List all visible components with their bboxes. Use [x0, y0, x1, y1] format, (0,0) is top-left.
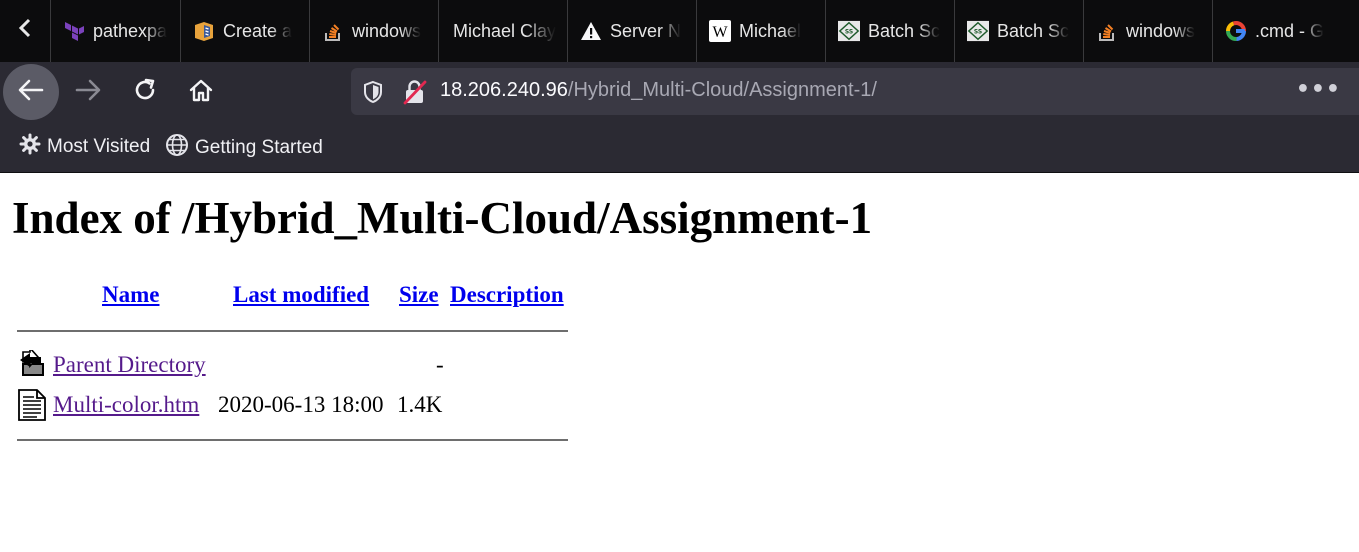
tab-label: Michael	[739, 20, 802, 41]
row-size: -	[436, 352, 444, 377]
shield-icon[interactable]	[363, 80, 383, 108]
insecure-lock-icon[interactable]	[403, 79, 427, 109]
divider	[17, 330, 568, 332]
stackoverflow-icon	[1096, 20, 1118, 42]
column-header-last-modified[interactable]: Last modified	[233, 282, 369, 308]
tab-label: windows	[352, 20, 422, 41]
tab-label: Batch Sc	[868, 20, 941, 41]
google-icon	[1225, 20, 1247, 42]
url-host: 18.206.240.96	[440, 79, 568, 101]
tab-michael-clay[interactable]: Michael Clay	[438, 0, 567, 62]
tab-windows-2[interactable]: windows	[1083, 0, 1212, 62]
tab-create[interactable]: Create a	[180, 0, 309, 62]
warning-icon	[580, 20, 602, 42]
row-last-modified: 2020-06-13 18:00	[218, 392, 384, 417]
reload-button[interactable]	[117, 64, 173, 120]
tab-label: Create a	[223, 20, 293, 41]
directory-listing: Name Last modified Size Description Pare…	[0, 174, 600, 474]
tab-label: Batch Sc	[997, 20, 1070, 41]
globe-icon	[165, 133, 195, 163]
tab-windows-1[interactable]: windows	[309, 0, 438, 62]
chevron-left-icon	[18, 17, 32, 45]
wikipedia-icon: W	[709, 20, 731, 42]
ss64-icon: SS	[967, 20, 989, 42]
terraform-icon	[63, 20, 85, 42]
url-bar[interactable]: 18.206.240.96/Hybrid_Multi-Cloud/Assignm…	[351, 68, 1359, 115]
back-folder-icon	[17, 345, 47, 382]
reload-icon	[133, 78, 157, 106]
svg-text:SS: SS	[845, 29, 853, 36]
tab-michael[interactable]: W Michael	[696, 0, 825, 62]
arrow-right-icon	[75, 79, 101, 105]
tab-cmd[interactable]: .cmd - G	[1212, 0, 1342, 62]
tab-pathexpa[interactable]: pathexpa	[50, 0, 180, 62]
bookmark-most-visited[interactable]: Most Visited	[19, 133, 150, 161]
tab-batch-2[interactable]: SS Batch Sc	[954, 0, 1083, 62]
tab-label: windows	[1126, 20, 1196, 41]
divider	[17, 439, 568, 441]
tab-label: Michael Clay	[453, 20, 557, 41]
tab-batch-1[interactable]: SS Batch Sc	[825, 0, 954, 62]
url-text[interactable]: 18.206.240.96/Hybrid_Multi-Cloud/Assignm…	[440, 79, 877, 102]
aws-box-icon	[193, 20, 215, 42]
arrow-left-icon	[18, 79, 44, 105]
text-file-icon	[17, 389, 47, 421]
bookmarks-toolbar: Most Visited Getting Started	[0, 121, 1359, 173]
page-content: Index of /Hybrid_Multi-Cloud/Assignment-…	[0, 174, 1359, 552]
column-header-description[interactable]: Description	[450, 282, 564, 308]
back-button[interactable]	[3, 64, 59, 120]
url-path: /Hybrid_Multi-Cloud/Assignment-1/	[567, 79, 877, 101]
tab-label: pathexpa	[93, 20, 168, 41]
parent-directory-link[interactable]: Parent Directory	[53, 352, 206, 378]
tab-label: .cmd - G	[1255, 20, 1325, 41]
svg-text:SS: SS	[974, 29, 982, 36]
gear-icon	[19, 133, 47, 161]
tab-label: Server N	[610, 20, 682, 41]
ss64-icon: SS	[838, 20, 860, 42]
tab-strip: pathexpa Create a windows Michael Clay S…	[0, 0, 1359, 62]
tab-server[interactable]: Server N	[567, 0, 696, 62]
column-header-name[interactable]: Name	[102, 282, 159, 308]
bookmark-getting-started[interactable]: Getting Started	[165, 133, 323, 163]
bookmark-label: Most Visited	[47, 136, 151, 157]
tab-scroll-left-button[interactable]	[0, 0, 50, 62]
column-header-size[interactable]: Size	[399, 282, 439, 308]
navigation-toolbar: 18.206.240.96/Hybrid_Multi-Cloud/Assignm…	[0, 62, 1359, 121]
stackoverflow-icon	[322, 20, 344, 42]
bookmark-label: Getting Started	[195, 137, 323, 158]
forward-button[interactable]	[60, 64, 116, 120]
svg-text:W: W	[712, 24, 728, 41]
home-icon	[188, 78, 214, 106]
page-actions-menu-icon[interactable]: •••	[1296, 77, 1341, 102]
file-link-multi-color[interactable]: Multi-color.htm	[53, 392, 199, 418]
home-button[interactable]	[173, 64, 229, 120]
row-size: 1.4K	[397, 392, 443, 417]
